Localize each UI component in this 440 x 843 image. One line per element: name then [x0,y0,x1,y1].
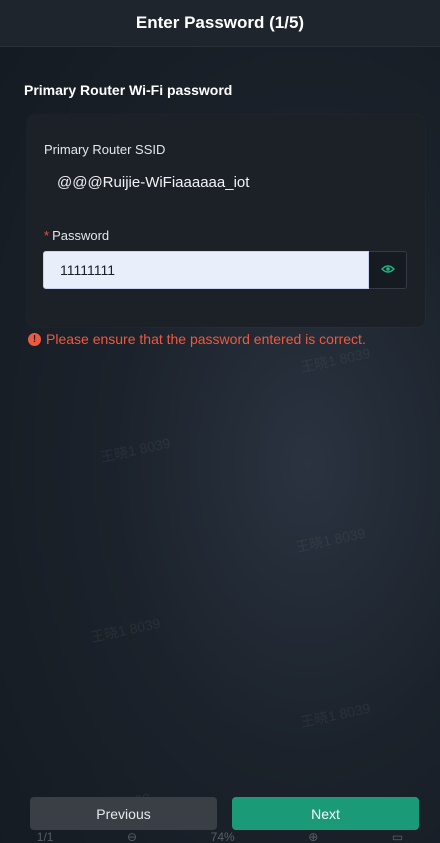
toggle-password-visibility-button[interactable] [369,251,407,289]
page-header: Enter Password (1/5) [0,0,440,47]
password-input[interactable] [43,251,369,289]
watermark: 王晓1 8039 [99,434,172,466]
page-indicator: 1/1 [36,830,54,843]
ssid-label: Primary Router SSID [44,142,166,157]
error-message: Please ensure that the password entered … [46,331,366,347]
previous-button[interactable]: Previous [30,797,217,830]
zoom-level: 74% [210,830,235,843]
password-label-row: * Password [44,228,109,243]
password-label: Password [52,228,110,243]
exclamation-circle-icon: ! [28,332,41,346]
ssid-value: @@@Ruijie-WiFiaaaaaa_iot [57,174,250,191]
zoom-out-icon[interactable]: ⊖ [127,830,137,843]
watermark: 王晓1 8039 [299,344,372,376]
password-row [43,251,407,289]
password-error: ! Please ensure that the password entere… [28,331,366,347]
page-title: Enter Password (1/5) [135,13,305,32]
password-form-card: Primary Router SSID @@@Ruijie-WiFiaaaaaa… [27,115,425,327]
watermark: 王晓1 8039 [294,524,367,556]
next-button[interactable]: Next [232,797,419,830]
section-title: Primary Router Wi-Fi password [24,82,233,98]
watermark: 王晓1 8039 [299,699,372,731]
watermark: 王晓1 8039 [89,614,162,646]
zoom-in-icon[interactable]: ⊕ [308,830,318,843]
required-mark: * [44,228,50,243]
fit-page-icon[interactable]: ▭ [392,830,403,843]
eye-icon [380,261,395,279]
viewer-toolbar: 1/1 ⊖ 74% ⊕ ▭ [0,830,440,843]
